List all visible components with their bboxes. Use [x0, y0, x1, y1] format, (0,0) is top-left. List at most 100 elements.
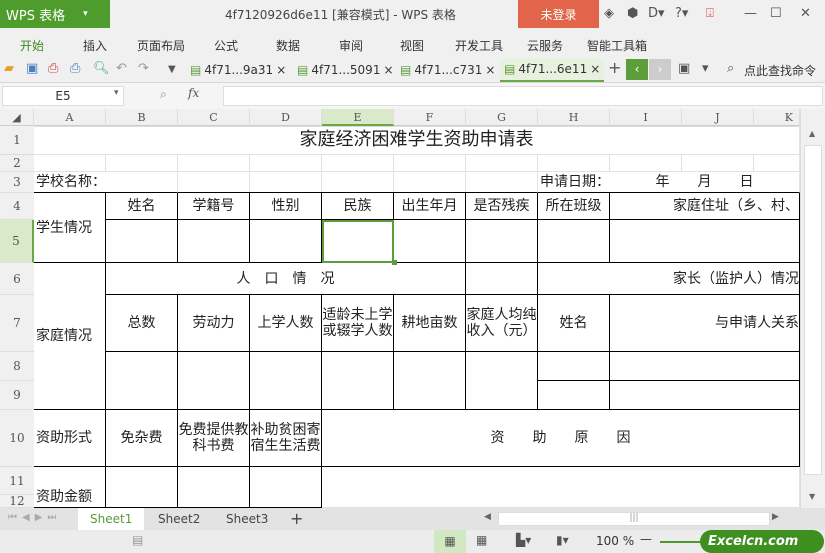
menu-formula[interactable]: 公式 — [214, 37, 238, 54]
aid-reason-header[interactable]: 资 助 原 因 — [322, 410, 800, 467]
save-icon[interactable]: ▣ — [26, 61, 38, 76]
selected-cell-e5[interactable] — [322, 220, 394, 263]
tab-prev-button[interactable]: ‹ — [626, 59, 648, 80]
reading-layout-icon[interactable]: ▙▾ — [516, 533, 531, 547]
row-header[interactable]: 1 — [0, 126, 34, 155]
row-header[interactable]: 3 — [0, 172, 34, 193]
doc-tab[interactable]: ▤ 4f71...5091 × — [297, 58, 394, 82]
feedback-icon[interactable]: D▾ — [648, 6, 665, 21]
sheet-tab[interactable]: Sheet2 — [146, 508, 212, 530]
row-header[interactable]: 8 — [0, 352, 34, 381]
cell[interactable] — [106, 467, 178, 508]
cell[interactable] — [322, 467, 800, 508]
doc-tab[interactable]: ▤ 4f71...9a31 × — [190, 58, 286, 82]
cell[interactable] — [394, 220, 466, 263]
cell[interactable] — [322, 352, 394, 410]
header-cell[interactable]: 是否残疾 — [466, 193, 538, 220]
chevron-down-icon[interactable]: ▾ — [114, 88, 119, 98]
header-cell[interactable]: 家庭住址（乡、村、 — [610, 193, 800, 220]
row-header[interactable]: 7 — [0, 295, 34, 352]
header-cell[interactable]: 所在班级 — [538, 193, 610, 220]
row-header[interactable]: 4 — [0, 193, 34, 220]
scroll-left-icon[interactable]: ◀ — [484, 512, 491, 522]
menu-insert[interactable]: 插入 — [83, 37, 107, 54]
menu-developer[interactable]: 开发工具 — [455, 37, 503, 54]
cell[interactable] — [106, 220, 178, 263]
scroll-down-icon[interactable]: ▼ — [809, 492, 815, 501]
normal-view-icon[interactable]: ▦ — [434, 530, 466, 553]
cell[interactable] — [250, 220, 322, 263]
column-header[interactable]: I — [610, 109, 682, 126]
column-header[interactable]: A — [34, 109, 106, 126]
header-cell[interactable]: 适龄未上学或辍学人数 — [322, 295, 394, 352]
row-header[interactable]: 6 — [0, 263, 34, 295]
cell[interactable] — [610, 381, 800, 410]
open-icon[interactable]: ▰ — [4, 61, 14, 76]
vertical-scrollbar[interactable]: ▲ ▼ — [800, 109, 825, 508]
eye-protection-icon[interactable]: ▮▾ — [556, 533, 569, 547]
close-icon[interactable]: × — [383, 63, 393, 77]
menu-data[interactable]: 数据 — [276, 37, 300, 54]
cell[interactable] — [466, 263, 538, 295]
header-cell[interactable]: 上学人数 — [250, 295, 322, 352]
cell[interactable] — [178, 467, 250, 508]
close-icon[interactable]: × — [485, 63, 495, 77]
column-header[interactable]: D — [250, 109, 322, 126]
aid-amount-label[interactable]: 资助金额 — [34, 467, 106, 508]
guardian-header[interactable]: 家长（监护人）情况 — [538, 263, 800, 295]
tab-next-button[interactable]: › — [649, 59, 671, 80]
header-cell[interactable]: 出生年月 — [394, 193, 466, 220]
family-info-label[interactable]: 家庭情况 — [34, 263, 106, 410]
cell[interactable] — [610, 352, 800, 381]
cell[interactable] — [538, 381, 610, 410]
doc-tab[interactable]: ▤ 4f71...c731 × — [400, 58, 495, 82]
cell[interactable] — [466, 220, 538, 263]
cell[interactable] — [610, 220, 800, 263]
close-icon[interactable]: × — [276, 63, 286, 77]
sheet-tab-active[interactable]: Sheet1 — [78, 508, 145, 530]
page-break-view-icon[interactable]: ▦ — [476, 533, 487, 547]
function-icon[interactable]: fx — [188, 86, 199, 100]
print-preview-icon[interactable]: 🔍︎ — [93, 61, 110, 76]
row-header[interactable]: 2 — [0, 155, 34, 172]
select-all-corner[interactable]: ◢ — [0, 109, 34, 126]
name-box[interactable]: E5 — [2, 86, 124, 106]
row-header[interactable]: 9 — [0, 381, 34, 410]
row-header[interactable]: 12 — [0, 494, 34, 508]
present-icon[interactable]: ▣ — [678, 61, 690, 76]
header-cell[interactable]: 家庭人均纯收入（元） — [466, 295, 538, 352]
column-header[interactable]: J — [682, 109, 754, 126]
cell[interactable] — [106, 352, 178, 410]
scroll-up-icon[interactable]: ▲ — [809, 129, 815, 138]
macro-icon[interactable]: ▤ — [132, 533, 143, 547]
population-header[interactable]: 人 口 情 况 — [106, 263, 466, 295]
cell[interactable] — [178, 352, 250, 410]
redo-icon[interactable]: ↷ — [138, 61, 149, 76]
empty-row[interactable] — [34, 155, 800, 172]
sheet-tab[interactable]: Sheet3 — [214, 508, 280, 530]
spreadsheet-grid[interactable]: 家庭经济困难学生资助申请表 学校名称： 申请日期： 年 月 日 学生情况 姓名 … — [34, 126, 800, 508]
cell[interactable] — [466, 352, 538, 410]
header-cell[interactable]: 补助贫困寄宿生生活费 — [250, 410, 322, 467]
apply-date-label[interactable]: 申请日期： — [538, 172, 610, 193]
login-button[interactable]: 未登录 — [518, 0, 599, 28]
horizontal-scrollbar[interactable]: ||| — [498, 512, 770, 526]
row-header[interactable]: 11 — [0, 467, 34, 495]
sheet-title[interactable]: 家庭经济困难学生资助申请表 — [34, 126, 800, 155]
apply-date-value[interactable]: 年 月 日 — [610, 172, 800, 193]
download-icon[interactable]: ⍗ — [706, 6, 714, 21]
empty-cells[interactable] — [178, 172, 538, 193]
format-icon[interactable]: ▾ — [702, 61, 709, 76]
zoom-formula-icon[interactable]: ⌕ — [160, 87, 167, 102]
header-cell[interactable]: 姓名 — [538, 295, 610, 352]
column-header[interactable]: F — [394, 109, 466, 126]
header-cell[interactable]: 免费提供教科书费 — [178, 410, 250, 467]
export-pdf-icon[interactable]: ⎙ — [48, 61, 58, 76]
header-cell[interactable]: 免杂费 — [106, 410, 178, 467]
zoom-level[interactable]: 100 % — [596, 534, 634, 548]
column-header[interactable]: H — [538, 109, 610, 126]
settings-icon[interactable]: ⬢ — [627, 6, 638, 21]
student-info-label[interactable]: 学生情况 — [34, 193, 106, 263]
zoom-out-icon[interactable]: — — [640, 532, 652, 546]
cell[interactable] — [394, 352, 466, 410]
